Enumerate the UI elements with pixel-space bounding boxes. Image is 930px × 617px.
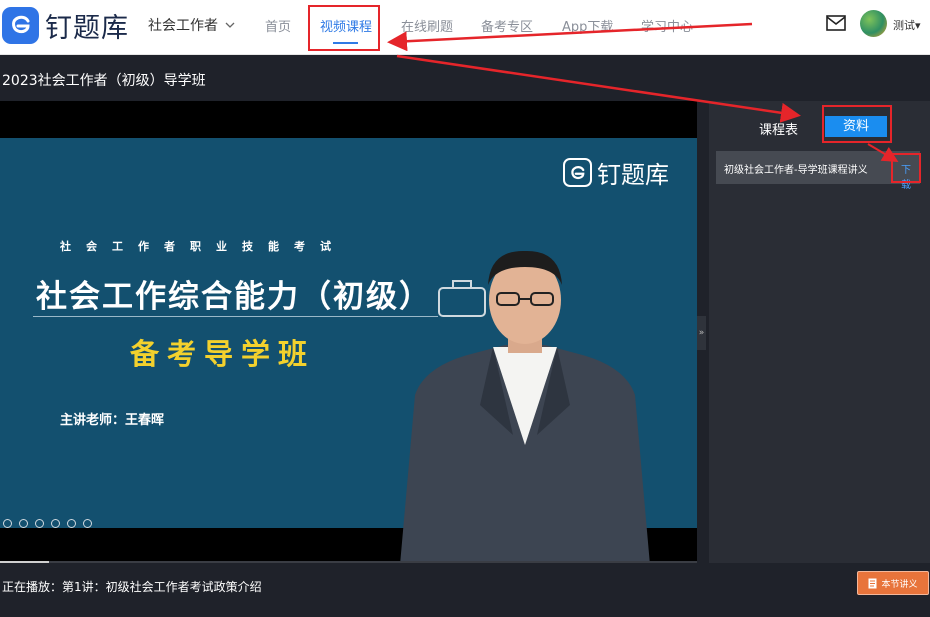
grid-icon[interactable] bbox=[67, 519, 76, 528]
tab-schedule[interactable]: 课程表 bbox=[759, 119, 798, 138]
nav-learning-center[interactable]: 学习中心 bbox=[641, 16, 693, 35]
slide-class-name: 备考导学班 bbox=[130, 337, 316, 371]
video-player[interactable]: 钉题库 社会工作者职业技能考试 社会工作综合能力（初级） 备考导学班 主讲老师：… bbox=[0, 101, 697, 563]
site-logo[interactable]: 钉题库 bbox=[2, 5, 129, 45]
nav-home[interactable]: 首页 bbox=[265, 16, 291, 35]
course-title: 2023社会工作者（初级）导学班 bbox=[2, 73, 206, 89]
course-title-bar: 2023社会工作者（初级）导学班 bbox=[0, 56, 930, 100]
avatar[interactable] bbox=[860, 10, 887, 37]
play-icon[interactable] bbox=[19, 519, 28, 528]
annotation-box-nav bbox=[308, 5, 380, 51]
logo-text: 钉题库 bbox=[45, 12, 129, 44]
video-frame: 钉题库 社会工作者职业技能考试 社会工作综合能力（初级） 备考导学班 主讲老师：… bbox=[0, 138, 697, 563]
logo-icon bbox=[2, 6, 39, 44]
annotation-box-materials bbox=[822, 105, 892, 143]
slide-heading: 社会工作综合能力（初级） bbox=[36, 279, 432, 315]
slide-divider bbox=[33, 316, 438, 317]
nav-exam-prep[interactable]: 备考专区 bbox=[481, 16, 533, 35]
lesson-notes-button[interactable]: 本节讲义 bbox=[857, 571, 929, 595]
lesson-notes-label: 本节讲义 bbox=[881, 579, 918, 590]
material-item: 初级社会工作者-导学班课程讲义 下载 bbox=[716, 151, 920, 191]
slide-teacher: 主讲老师：王春晖 bbox=[60, 413, 165, 428]
logo-icon bbox=[563, 158, 592, 187]
slide-subtitle: 社会工作者职业技能考试 bbox=[60, 240, 346, 253]
slide-logo-text: 钉题库 bbox=[597, 161, 669, 189]
material-name: 初级社会工作者-导学班课程讲义 bbox=[724, 165, 868, 176]
user-menu[interactable]: 测试▾ bbox=[893, 17, 921, 33]
status-bar: 正在播放：第1讲：初级社会工作者考试政策介绍 本节讲义 bbox=[0, 563, 930, 617]
now-playing-text: 正在播放：第1讲：初级社会工作者考试政策介绍 bbox=[2, 580, 262, 594]
exam-selector-label: 社会工作者 bbox=[148, 18, 218, 34]
chevron-down-icon bbox=[225, 22, 235, 28]
screen-icon[interactable] bbox=[51, 519, 60, 528]
mail-icon[interactable] bbox=[826, 15, 846, 31]
exam-selector[interactable]: 社会工作者 bbox=[148, 15, 235, 35]
nav-online-practice[interactable]: 在线刷题 bbox=[401, 16, 453, 35]
annotation-box-download bbox=[891, 153, 921, 183]
briefcase-icon bbox=[438, 280, 486, 317]
nav-app-download[interactable]: App下载 bbox=[562, 16, 613, 35]
pen-icon[interactable] bbox=[35, 519, 44, 528]
prev-icon[interactable] bbox=[3, 519, 12, 528]
presenter-figure bbox=[400, 250, 650, 563]
top-navbar: 钉题库 社会工作者 首页 视频课程 在线刷题 备考专区 App下载 学习中心 测… bbox=[0, 0, 930, 55]
sidebar-toggle[interactable]: » bbox=[697, 316, 706, 350]
player-controls bbox=[3, 519, 92, 528]
slide-logo: 钉题库 bbox=[563, 155, 669, 190]
share-icon[interactable] bbox=[83, 519, 92, 528]
document-icon bbox=[868, 578, 877, 588]
